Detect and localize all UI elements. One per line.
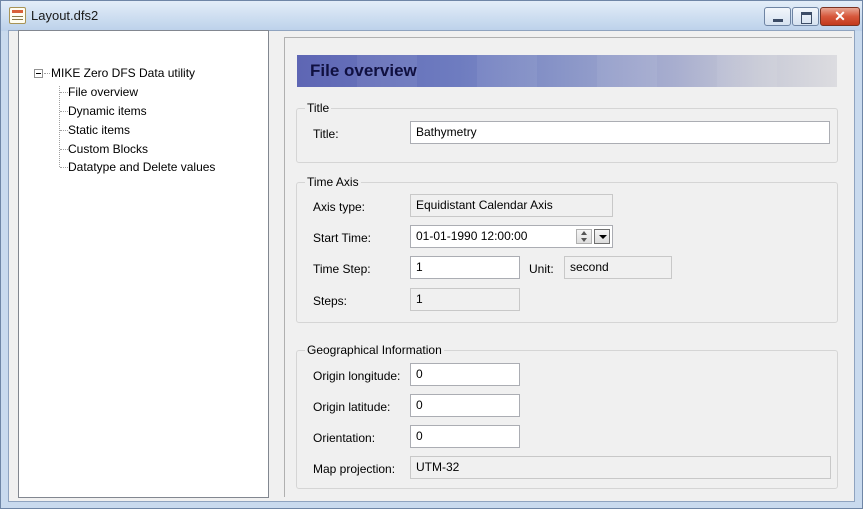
steps-value: 1 bbox=[416, 292, 423, 306]
start-time-label: Start Time: bbox=[313, 231, 372, 245]
origin-latitude-value: 0 bbox=[416, 398, 423, 412]
origin-longitude-label: Origin longitude: bbox=[313, 369, 401, 383]
map-projection-value: UTM-32 bbox=[416, 460, 460, 474]
tree-connector bbox=[60, 167, 68, 168]
spin-updown-icon[interactable] bbox=[576, 229, 592, 244]
maximize-button[interactable] bbox=[792, 7, 819, 26]
axis-type-label: Axis type: bbox=[313, 200, 366, 214]
minimize-button[interactable] bbox=[764, 7, 791, 26]
steps-field: 1 bbox=[410, 288, 520, 311]
tree-item-dynamic-items[interactable]: Dynamic items bbox=[68, 104, 147, 118]
origin-longitude-input[interactable]: 0 bbox=[410, 363, 520, 386]
document-icon[interactable] bbox=[9, 7, 26, 24]
title-input[interactable]: Bathymetry bbox=[410, 121, 830, 144]
unit-field: second bbox=[564, 256, 672, 279]
window-title: Layout.dfs2 bbox=[31, 8, 99, 23]
chevron-down-icon[interactable] bbox=[594, 229, 610, 244]
orientation-input[interactable]: 0 bbox=[410, 425, 520, 448]
time-step-label: Time Step: bbox=[313, 262, 371, 276]
map-projection-label: Map projection: bbox=[313, 462, 396, 476]
navigation-tree[interactable] bbox=[18, 30, 269, 498]
tree-connector bbox=[60, 149, 68, 150]
tree-item-custom-blocks[interactable]: Custom Blocks bbox=[68, 142, 148, 156]
close-icon: ✕ bbox=[834, 8, 846, 24]
steps-label: Steps: bbox=[313, 294, 348, 308]
tree-item-static-items[interactable]: Static items bbox=[68, 123, 130, 137]
orientation-value: 0 bbox=[416, 429, 423, 443]
axis-type-value: Equidistant Calendar Axis bbox=[416, 198, 553, 212]
tree-connector bbox=[59, 86, 60, 167]
geographical-information-legend: Geographical Information bbox=[305, 343, 444, 357]
title-label: Title: bbox=[313, 127, 339, 141]
unit-label: Unit: bbox=[529, 262, 554, 276]
map-projection-field: UTM-32 bbox=[410, 456, 831, 479]
start-time-value: 01-01-1990 12:00:00 bbox=[416, 229, 528, 243]
tree-connector bbox=[60, 130, 68, 131]
unit-value: second bbox=[570, 260, 609, 274]
time-axis-group-legend: Time Axis bbox=[305, 175, 361, 189]
axis-type-field: Equidistant Calendar Axis bbox=[410, 194, 613, 217]
page-title: File overview bbox=[310, 61, 417, 80]
tree-connector bbox=[44, 73, 50, 74]
tree-root-node[interactable]: MIKE Zero DFS Data utility bbox=[51, 66, 195, 80]
tree-item-datatype-delete-values[interactable]: Datatype and Delete values bbox=[68, 160, 215, 174]
tree-connector bbox=[60, 92, 68, 93]
time-step-input[interactable]: 1 bbox=[410, 256, 520, 279]
tree-item-file-overview[interactable]: File overview bbox=[68, 85, 138, 99]
orientation-label: Orientation: bbox=[313, 431, 376, 445]
title-bar[interactable]: Layout.dfs2 ✕ bbox=[1, 1, 862, 31]
time-step-value: 1 bbox=[416, 260, 423, 274]
title-group-legend: Title bbox=[305, 101, 332, 115]
origin-latitude-input[interactable]: 0 bbox=[410, 394, 520, 417]
origin-latitude-label: Origin latitude: bbox=[313, 400, 391, 414]
origin-longitude-value: 0 bbox=[416, 367, 423, 381]
close-button[interactable]: ✕ bbox=[820, 7, 860, 26]
collapse-icon[interactable] bbox=[34, 69, 43, 78]
title-input-value: Bathymetry bbox=[416, 125, 477, 139]
tree-connector bbox=[60, 111, 68, 112]
